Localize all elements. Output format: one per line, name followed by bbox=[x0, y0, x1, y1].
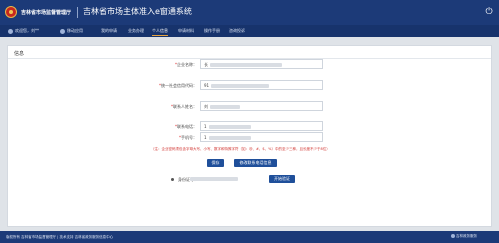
nav-item-personal-info[interactable]: 个人信息 bbox=[152, 25, 168, 37]
gov-service-icon bbox=[451, 234, 455, 238]
contact-name-field[interactable]: 刘 bbox=[200, 101, 323, 111]
nav-item-label: 个人信息 bbox=[152, 28, 168, 33]
start-verify-button[interactable]: 开始验证 bbox=[269, 175, 295, 183]
nav-item-user[interactable]: 欢迎您，刘** bbox=[8, 25, 39, 37]
nav-item-materials[interactable]: 申请材料 bbox=[178, 25, 194, 37]
power-icon[interactable]: ⏻ bbox=[484, 7, 494, 17]
modify-phone-button[interactable]: 修改联系电话信息 bbox=[234, 159, 277, 167]
footer: 版权所有 吉林省市场监督管理厅 | 技术支持 吉林省政务服务信息中心 吉林政务服… bbox=[0, 231, 499, 243]
contact-name-value: 刘 bbox=[204, 104, 240, 110]
contact-phone-value: 1 bbox=[204, 124, 251, 129]
mobile-field[interactable]: 1 bbox=[200, 132, 323, 142]
nav-item-mobile[interactable]: 移动应用 bbox=[60, 25, 83, 37]
user-icon bbox=[8, 28, 13, 34]
main-nav: 欢迎您，刘** 移动应用 我的申请 业务办理 个人信息 申请材料 操作手册 咨询… bbox=[0, 25, 499, 37]
password-tip: （注：企业密码须包含字母大写、小写、数字和特殊字符（如：@、#、$、%）中的至少… bbox=[151, 147, 330, 151]
credit-code-label: *统一社会信用代码： bbox=[159, 83, 197, 88]
credit-code-field[interactable]: 91 bbox=[200, 80, 323, 90]
mobile-value: 1 bbox=[204, 135, 251, 140]
nav-item-label: 咨询投诉 bbox=[229, 28, 245, 33]
company-name-value: 长 bbox=[204, 62, 282, 68]
panel-title: 信息 bbox=[14, 51, 25, 57]
nav-item-label: 申请材料 bbox=[178, 28, 194, 33]
id-number-value bbox=[190, 177, 238, 181]
nav-item-label: 我的申请 bbox=[101, 28, 117, 33]
nav-item-label: 操作手册 bbox=[204, 28, 220, 33]
bullet-icon bbox=[171, 178, 174, 181]
credit-code-value: 91 bbox=[204, 83, 270, 88]
nav-item-consult[interactable]: 咨询投诉 bbox=[229, 25, 245, 37]
system-title: 吉林省市场主体准入e窗通系统 bbox=[83, 7, 192, 16]
contact-phone-field[interactable]: 1 bbox=[200, 121, 323, 131]
nav-item-label: 业务办理 bbox=[128, 28, 144, 33]
nav-item-label: 欢迎您，刘** bbox=[15, 28, 39, 33]
top-header: 吉林省市场监督管理厅 吉林省市场主体准入e窗通系统 ⏻ bbox=[0, 0, 499, 25]
nav-item-business[interactable]: 业务办理 bbox=[128, 25, 144, 37]
national-emblem-icon bbox=[5, 6, 17, 18]
footer-text: 版权所有 吉林省市场监督管理厅 | 技术支持 吉林省政务服务信息中心 bbox=[6, 235, 114, 239]
save-button[interactable]: 保存 bbox=[207, 159, 224, 167]
nav-item-manual[interactable]: 操作手册 bbox=[204, 25, 220, 37]
company-name-label: *企业名称： bbox=[175, 62, 197, 67]
agency-name: 吉林省市场监督管理厅 bbox=[21, 10, 72, 16]
mobile-icon bbox=[60, 28, 65, 34]
company-name-field[interactable]: 长 bbox=[200, 59, 323, 69]
nav-item-my-applications[interactable]: 我的申请 bbox=[101, 25, 117, 37]
contact-name-label: *联系人姓名： bbox=[171, 104, 197, 109]
mobile-label: *手机号： bbox=[179, 135, 197, 140]
nav-item-label: 移动应用 bbox=[67, 28, 83, 33]
header-divider bbox=[77, 7, 78, 18]
footer-link[interactable]: 吉林政务服务 bbox=[451, 234, 477, 239]
contact-phone-label: *联系电话： bbox=[175, 124, 197, 129]
